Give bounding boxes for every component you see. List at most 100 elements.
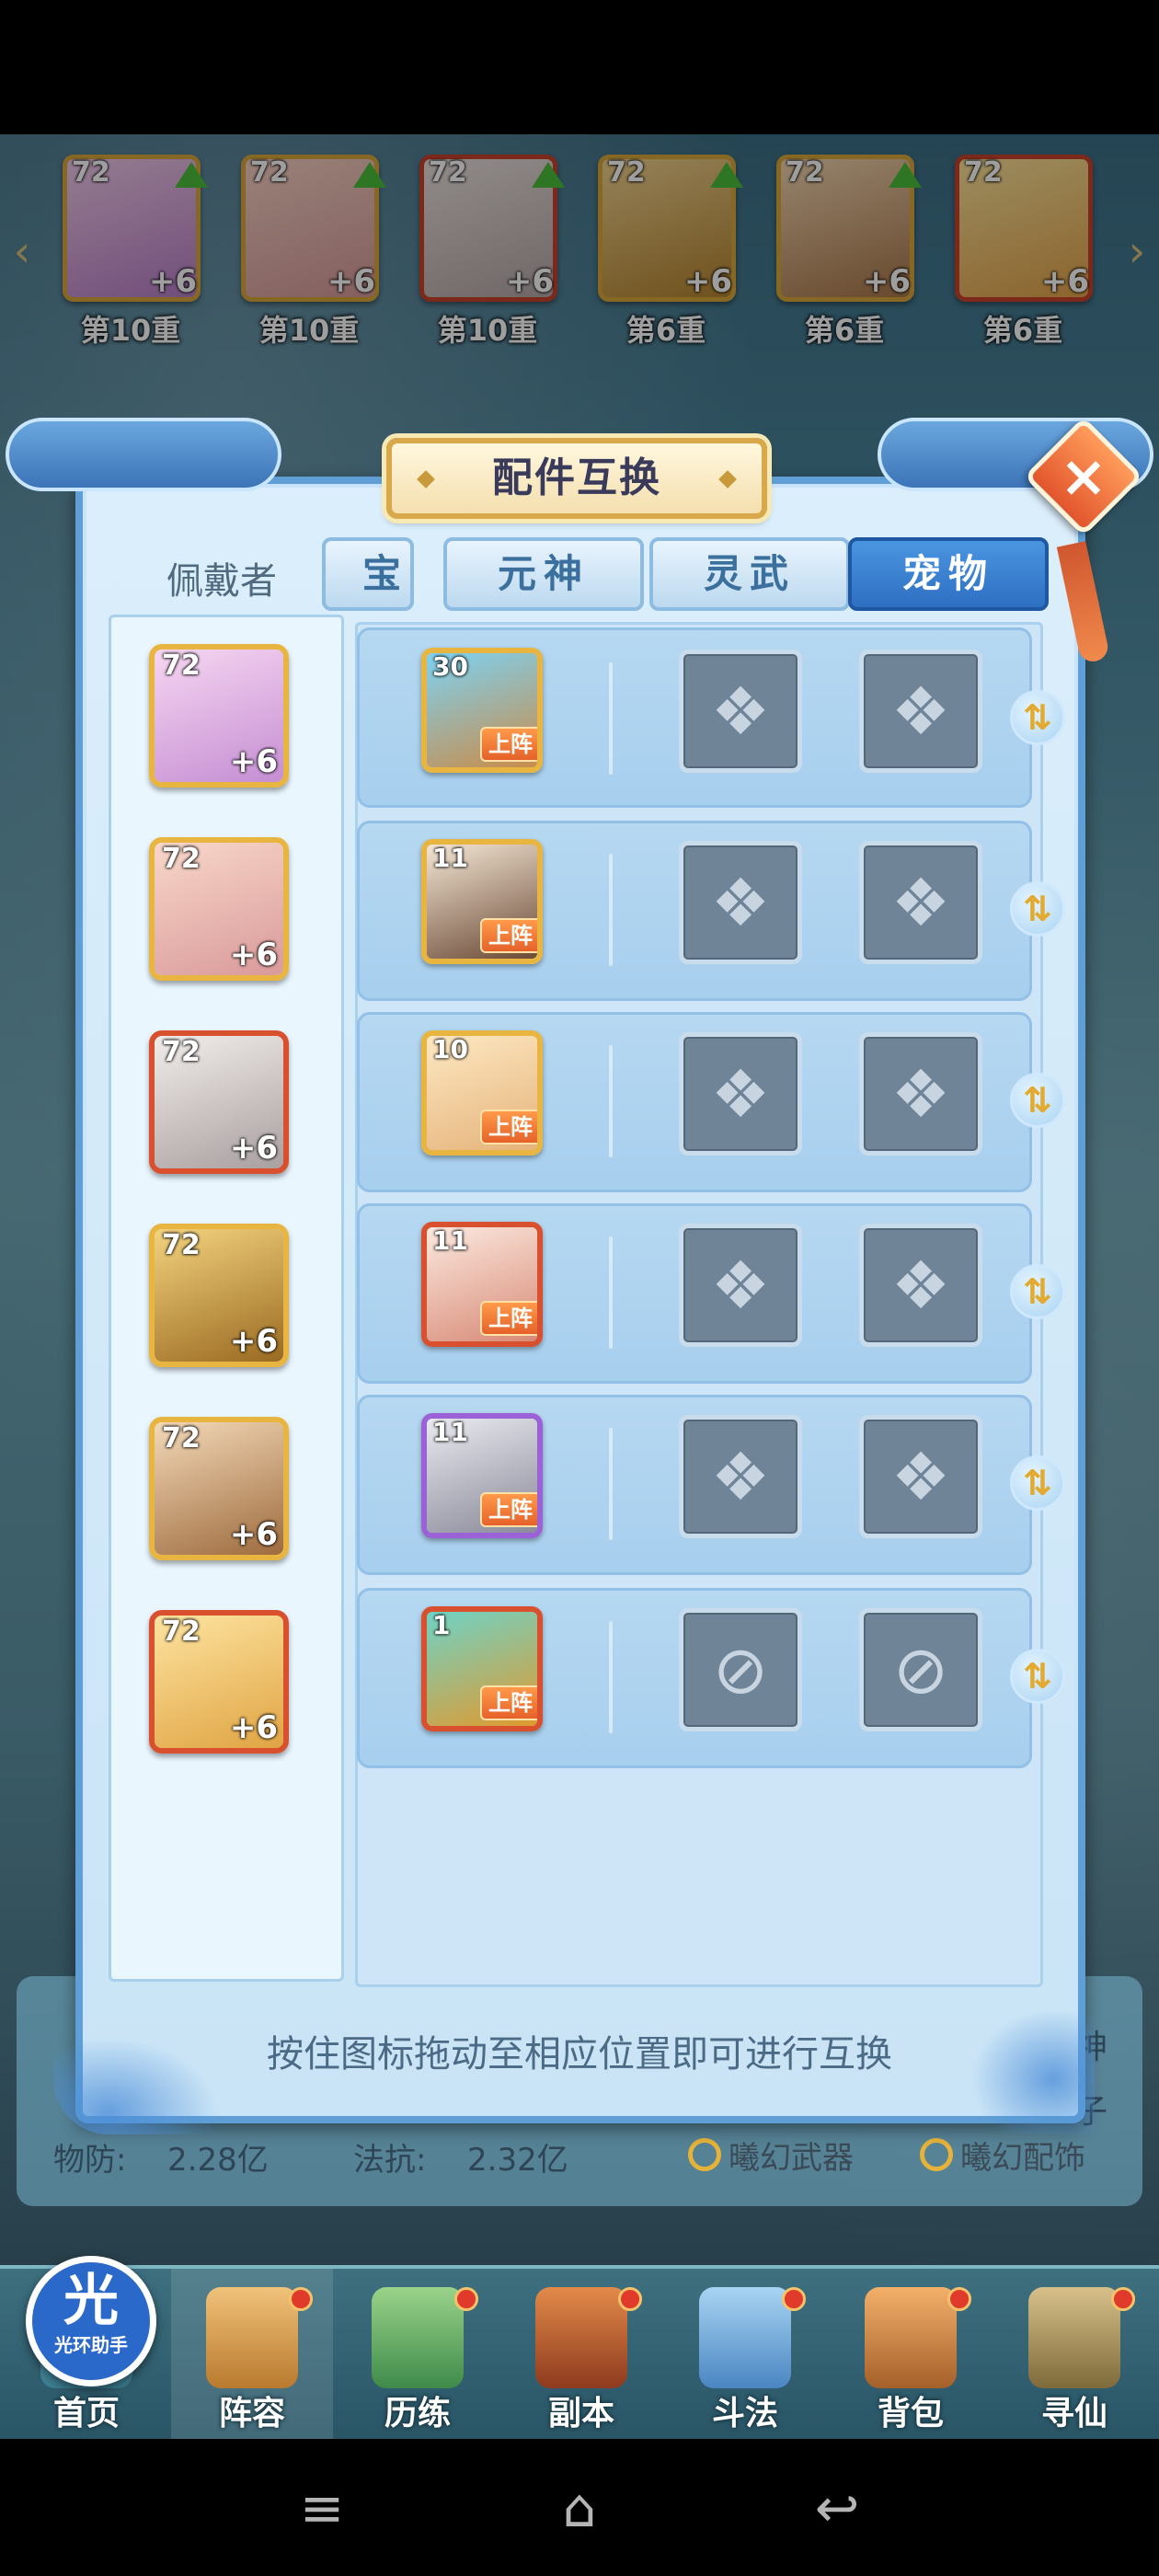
nav-bag[interactable]: 背包 bbox=[830, 2269, 992, 2439]
empty-slot[interactable]: ❖ bbox=[679, 1415, 802, 1538]
notification-dot bbox=[289, 2287, 313, 2311]
wearer-level: 72 bbox=[162, 843, 201, 875]
empty-slot[interactable]: ❖ bbox=[679, 1032, 802, 1156]
wearer-level: 72 bbox=[162, 1422, 201, 1455]
gourd-icon bbox=[372, 2287, 464, 2388]
wearer-avatar[interactable]: 72 +6 bbox=[149, 1030, 289, 1174]
row-divider bbox=[609, 1621, 613, 1733]
row-divider bbox=[609, 1045, 613, 1157]
row-divider bbox=[609, 1236, 613, 1349]
equip-weapon-tag[interactable]: 曦幻武器 bbox=[688, 2133, 854, 2178]
swap-arrows-icon: ⇅ bbox=[1023, 1271, 1052, 1312]
swap-button[interactable]: ⇅ bbox=[1010, 1649, 1065, 1704]
swap-hint: 按住图标拖动至相应位置即可进行互换 bbox=[267, 2033, 892, 2076]
bag-icon bbox=[865, 2287, 957, 2388]
pet-item[interactable]: 30 上阵 bbox=[421, 648, 543, 773]
wearer-avatar[interactable]: 72 +6 bbox=[149, 837, 289, 981]
swap-arrows-icon: ⇅ bbox=[1023, 889, 1052, 929]
empty-slot[interactable]: ❖ bbox=[679, 841, 802, 964]
fox-slot-icon: ❖ bbox=[890, 1055, 951, 1133]
pet-item[interactable]: 11 上阵 bbox=[421, 839, 543, 964]
cards-icon bbox=[206, 2287, 298, 2388]
tab-label: 宠物 bbox=[901, 551, 994, 596]
locked-slot-icon: ⊘ bbox=[892, 1631, 949, 1708]
locked-slot[interactable]: ⊘ bbox=[859, 1608, 982, 1731]
wearer-level: 72 bbox=[162, 1036, 201, 1068]
swap-arrows-icon: ⇅ bbox=[1023, 1656, 1052, 1696]
dialog-title-plate: 配件互换 bbox=[386, 438, 767, 519]
swap-button[interactable]: ⇅ bbox=[1010, 1073, 1065, 1128]
empty-slot[interactable]: ❖ bbox=[859, 841, 982, 964]
assistant-floating-button[interactable]: 光 光环助手 bbox=[26, 2256, 156, 2386]
deployed-badge: 上阵 bbox=[480, 727, 537, 762]
menu-icon[interactable]: ≡ bbox=[285, 2476, 359, 2540]
tab-lingwu[interactable]: 灵武 bbox=[649, 537, 850, 611]
fox-slot-icon: ❖ bbox=[710, 1055, 771, 1133]
swap-button[interactable]: ⇅ bbox=[1010, 881, 1065, 937]
locked-slot[interactable]: ⊘ bbox=[679, 1608, 802, 1731]
empty-slot[interactable]: ❖ bbox=[679, 650, 802, 773]
wearer-avatar[interactable]: 72 +6 bbox=[149, 644, 289, 788]
deployed-badge: 上阵 bbox=[480, 1492, 537, 1527]
swap-button[interactable]: ⇅ bbox=[1010, 690, 1065, 745]
fox-slot-icon: ❖ bbox=[710, 864, 771, 941]
pet-item[interactable]: 11 上阵 bbox=[421, 1413, 543, 1538]
notification-dot bbox=[947, 2287, 971, 2311]
tab-label: 宝 bbox=[361, 551, 401, 596]
nav-explore[interactable]: 寻仙 bbox=[993, 2269, 1155, 2439]
nav-training[interactable]: 历练 bbox=[337, 2269, 499, 2439]
tab-bar: 宝 元神 灵武 宠物 bbox=[322, 537, 1049, 615]
empty-slot[interactable]: ❖ bbox=[679, 1224, 802, 1347]
nav-dungeon[interactable]: 副本 bbox=[500, 2269, 662, 2439]
system-nav-bar: ≡ ⌂ ↩ bbox=[0, 2439, 1159, 2576]
fox-slot-icon: ❖ bbox=[710, 1247, 771, 1324]
notification-dot bbox=[618, 2287, 642, 2311]
nav-lineup[interactable]: 阵容 bbox=[171, 2269, 333, 2439]
deployed-badge: 上阵 bbox=[480, 1685, 537, 1720]
pet-item[interactable]: 10 上阵 bbox=[421, 1030, 543, 1156]
swap-arrows-icon: ⇅ bbox=[1023, 1463, 1052, 1503]
swap-button[interactable]: ⇅ bbox=[1010, 1264, 1065, 1319]
pet-level: 11 bbox=[432, 1225, 468, 1256]
wearer-plus: +6 bbox=[229, 1709, 278, 1746]
row-divider bbox=[609, 1428, 613, 1540]
tab-treasure[interactable]: 宝 bbox=[322, 537, 414, 611]
magic-res-value: 2.32亿 bbox=[467, 2142, 568, 2179]
row-divider bbox=[609, 662, 613, 775]
nav-arena[interactable]: 斗法 bbox=[664, 2269, 826, 2439]
pet-item[interactable]: 1 上阵 bbox=[421, 1606, 543, 1731]
tab-yuanshen[interactable]: 元神 bbox=[443, 537, 644, 611]
nav-label: 阵容 bbox=[218, 2395, 285, 2432]
deployed-badge: 上阵 bbox=[480, 918, 537, 953]
pet-level: 30 bbox=[432, 651, 468, 682]
nav-label: 寻仙 bbox=[1040, 2395, 1107, 2432]
assistant-logo-icon: 光 bbox=[63, 2269, 119, 2333]
pet-level: 11 bbox=[432, 1417, 468, 1447]
back-icon[interactable]: ↩ bbox=[800, 2476, 874, 2540]
tab-pet[interactable]: 宠物 bbox=[848, 537, 1049, 611]
empty-slot[interactable]: ❖ bbox=[859, 1032, 982, 1156]
empty-slot[interactable]: ❖ bbox=[859, 1224, 982, 1347]
wearer-avatar[interactable]: 72 +6 bbox=[149, 1610, 289, 1754]
nav-label: 首页 bbox=[52, 2395, 120, 2432]
nav-label: 斗法 bbox=[711, 2395, 778, 2432]
pet-item[interactable]: 11 上阵 bbox=[421, 1222, 543, 1347]
scroll-icon bbox=[1028, 2287, 1120, 2388]
home-button-icon[interactable]: ⌂ bbox=[543, 2476, 616, 2540]
fox-slot-icon: ❖ bbox=[890, 1247, 951, 1324]
empty-slot[interactable]: ❖ bbox=[859, 650, 982, 773]
wearer-plus: +6 bbox=[229, 1130, 278, 1167]
fox-slot-icon: ❖ bbox=[890, 1438, 951, 1515]
wearer-avatar[interactable]: 72 +6 bbox=[149, 1224, 289, 1367]
nav-label: 副本 bbox=[547, 2395, 614, 2432]
swap-button[interactable]: ⇅ bbox=[1010, 1455, 1065, 1511]
magic-res-label: 法抗: bbox=[353, 2142, 427, 2179]
physical-def-label: 物防: bbox=[53, 2142, 127, 2179]
deployed-badge: 上阵 bbox=[480, 1110, 537, 1144]
wearer-avatar[interactable]: 72 +6 bbox=[149, 1417, 289, 1560]
wearer-level: 72 bbox=[162, 650, 201, 682]
wearer-level: 72 bbox=[162, 1229, 201, 1261]
empty-slot[interactable]: ❖ bbox=[859, 1415, 982, 1538]
close-icon[interactable]: × bbox=[1041, 434, 1126, 519]
equip-accessory-tag[interactable]: 曦幻配饰 bbox=[920, 2133, 1085, 2178]
